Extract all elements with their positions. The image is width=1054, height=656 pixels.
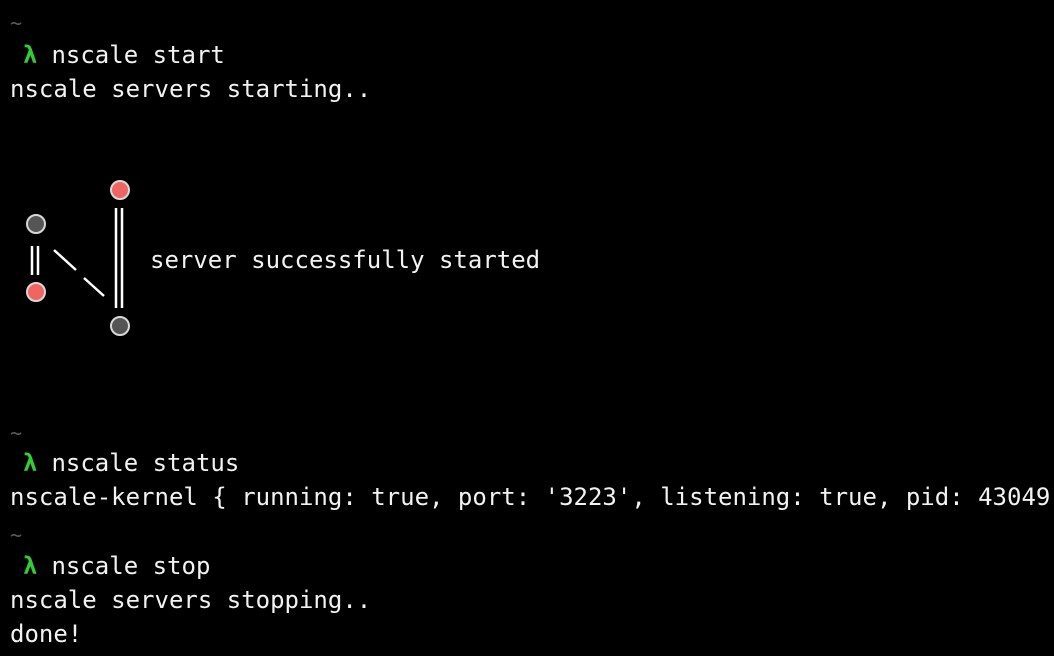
logo-node-grey	[26, 214, 46, 234]
command-line-stop: λ nscale stop	[10, 549, 210, 583]
command-text: nscale stop	[51, 552, 211, 580]
logo-node-red	[110, 180, 130, 200]
output-line: nscale servers starting..	[10, 75, 372, 103]
logo-edge	[83, 277, 105, 297]
prompt-path: ~	[10, 421, 23, 445]
logo-edge	[53, 249, 77, 271]
logo-node-grey	[110, 316, 130, 336]
prompt-symbol: λ	[23, 41, 38, 69]
terminal-window[interactable]: ~ λ nscale start nscale servers starting.…	[0, 0, 1054, 656]
prompt-symbol: λ	[23, 449, 38, 477]
prompt-symbol: λ	[23, 552, 38, 580]
output-line: done!	[10, 620, 83, 648]
prompt-path: ~	[10, 11, 23, 35]
nscale-logo-icon	[26, 180, 130, 336]
command-text: nscale status	[51, 449, 240, 477]
logo-node-red	[26, 282, 46, 302]
command-line-status: λ nscale status	[10, 446, 239, 480]
server-started-message: server successfully started	[150, 246, 541, 274]
output-line: nscale servers stopping..	[10, 586, 372, 614]
output-line: nscale-kernel { running: true, port: '32…	[10, 483, 1054, 511]
command-text: nscale start	[51, 41, 225, 69]
prompt-path: ~	[10, 523, 23, 547]
command-line-start: λ nscale start	[10, 38, 225, 72]
